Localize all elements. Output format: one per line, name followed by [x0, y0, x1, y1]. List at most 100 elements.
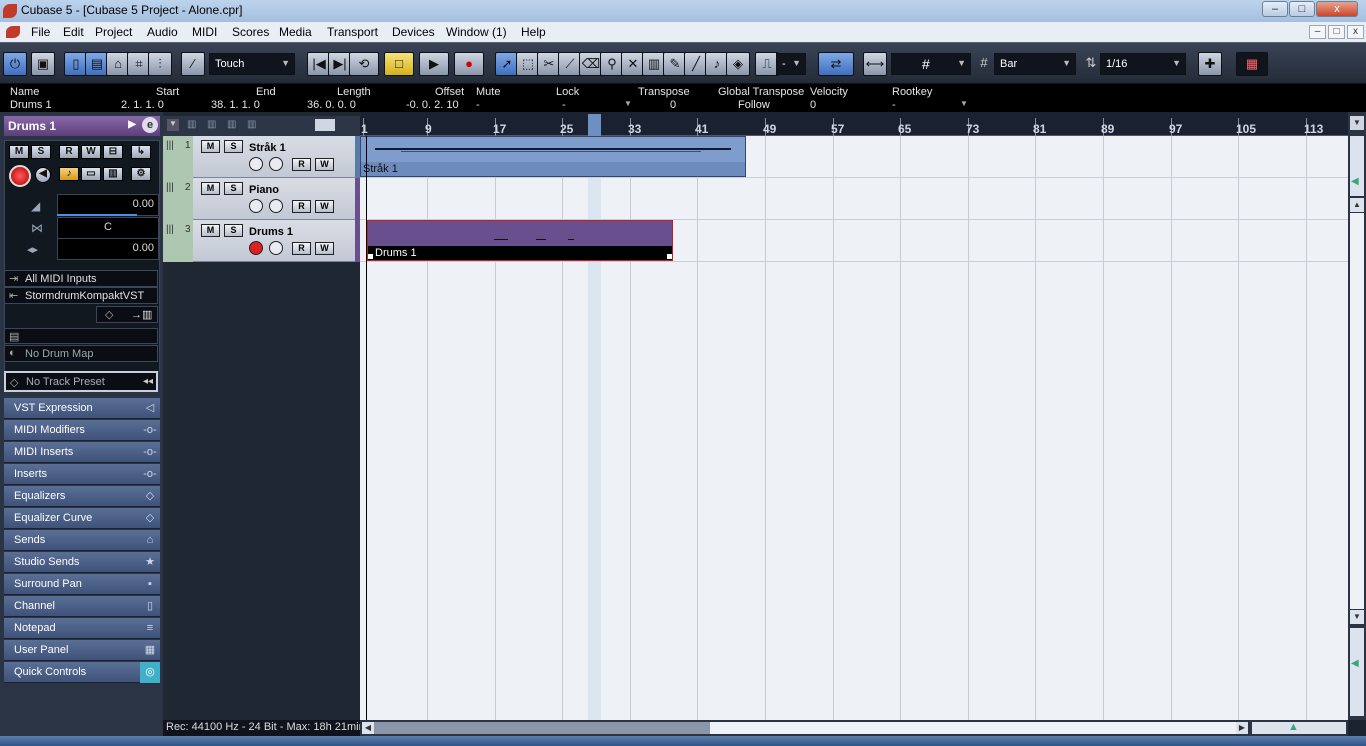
- event-display[interactable]: Stråk 1 Drums 1: [360, 136, 1348, 720]
- track-write-button[interactable]: W: [315, 242, 334, 255]
- global-read-icon[interactable]: ▥: [227, 119, 236, 130]
- scroll-up-icon[interactable]: ▲: [1350, 198, 1364, 212]
- infoline-offset-value[interactable]: -0. 0. 2. 10: [406, 99, 459, 111]
- doc-minimize-button[interactable]: –: [1309, 25, 1326, 39]
- program-selector[interactable]: ◇ →▥: [96, 306, 158, 323]
- scroll-left-icon[interactable]: ◀: [362, 722, 374, 734]
- scroll-track[interactable]: [1350, 213, 1364, 609]
- track-read-button[interactable]: R: [292, 242, 311, 255]
- track-monitor-icon[interactable]: [269, 157, 283, 171]
- activate-project-icon[interactable]: ⏻: [3, 52, 27, 76]
- section-sends[interactable]: Sends ⌂: [4, 530, 160, 551]
- global-write-icon[interactable]: ▥: [247, 119, 256, 130]
- scroll-down-icon[interactable]: ▼: [1350, 610, 1364, 624]
- inspector-lane-icon[interactable]: ▭: [81, 167, 101, 181]
- section-notepad[interactable]: Notepad ≡: [4, 618, 160, 639]
- track-record-icon[interactable]: [249, 241, 263, 255]
- section-midi-inserts[interactable]: MIDI Inserts -o-: [4, 442, 160, 463]
- section-surround-pan[interactable]: Surround Pan ▪: [4, 574, 160, 595]
- edit-instrument-icon[interactable]: e: [142, 117, 158, 133]
- automation-mode-select[interactable]: Touch ▼: [209, 53, 295, 75]
- inspector-write-button[interactable]: W: [81, 145, 101, 159]
- infoline-lock-value[interactable]: -: [562, 99, 566, 111]
- midi-output-select[interactable]: ⇤ StormdrumKompaktVST: [4, 287, 158, 304]
- doc-restore-button[interactable]: □: [1328, 25, 1345, 39]
- menu-help[interactable]: Help: [521, 25, 546, 39]
- instrument-edit-icon[interactable]: →▥: [131, 308, 152, 321]
- scroll-track[interactable]: [710, 722, 1236, 734]
- track-name[interactable]: Piano: [249, 184, 279, 196]
- record-icon[interactable]: ●: [454, 52, 484, 76]
- project-cursor[interactable]: [366, 136, 367, 720]
- menu-file[interactable]: File: [31, 25, 50, 39]
- vertical-zoom-slider[interactable]: ◀: [1350, 628, 1364, 716]
- track-name[interactable]: Stråk 1: [249, 142, 286, 154]
- inspector-lock-icon[interactable]: ♪: [59, 167, 79, 181]
- color-palette-icon[interactable]: ▦: [1236, 52, 1268, 76]
- delay-field[interactable]: 0.00: [57, 238, 159, 260]
- play-icon[interactable]: ▶: [419, 52, 449, 76]
- quantize-select[interactable]: 1/16 ▼: [1100, 53, 1186, 75]
- inspector-keyboard-icon[interactable]: ▥: [103, 167, 123, 181]
- inspector-track-header[interactable]: Drums 1 ▶ e: [4, 116, 160, 136]
- snap-zero-crossing-icon[interactable]: ⟷: [863, 52, 887, 76]
- part-right-handle[interactable]: [667, 254, 672, 259]
- expand-arrow-icon[interactable]: ▶: [128, 119, 136, 130]
- inspector-record-enable-icon[interactable]: [9, 165, 31, 187]
- inspector-freeze-button[interactable]: ↳: [131, 145, 151, 159]
- infoline-mute-value[interactable]: -: [476, 99, 480, 111]
- inspector-solo-button[interactable]: S: [31, 145, 51, 159]
- track-monitor-icon[interactable]: [269, 241, 283, 255]
- inspector-read-button[interactable]: R: [59, 145, 79, 159]
- menu-scores[interactable]: Scores: [232, 25, 269, 39]
- part-left-handle[interactable]: [368, 254, 373, 259]
- track-name[interactable]: Drums 1: [249, 226, 293, 238]
- doc-close-button[interactable]: x: [1347, 25, 1364, 39]
- track-monitor-icon[interactable]: [269, 199, 283, 213]
- track-record-icon[interactable]: [249, 157, 263, 171]
- track-read-button[interactable]: R: [292, 200, 311, 213]
- track-record-icon[interactable]: [249, 199, 263, 213]
- section-quick-controls[interactable]: Quick Controls ◎: [4, 662, 160, 683]
- infoline-length-value[interactable]: 36. 0. 0. 0: [307, 99, 356, 111]
- infoline-global-transpose-value[interactable]: Follow: [738, 99, 770, 111]
- pan-field[interactable]: C: [57, 217, 159, 239]
- section-inserts[interactable]: Inserts -o-: [4, 464, 160, 485]
- close-button[interactable]: x: [1316, 1, 1358, 17]
- track-row[interactable]: ||| 1 M S Stråk 1 R W: [163, 136, 360, 178]
- track-row[interactable]: ||| 2 M S Piano R W: [163, 178, 360, 220]
- horizontal-zoom-slider[interactable]: ▲: [1252, 721, 1346, 734]
- track-colors-icon[interactable]: [315, 119, 335, 131]
- section-studio-sends[interactable]: Studio Sends ★: [4, 552, 160, 573]
- scroll-thumb[interactable]: [374, 722, 710, 734]
- rootkey-dropdown-icon[interactable]: ▼: [960, 99, 968, 108]
- menu-project[interactable]: Project: [95, 25, 132, 39]
- stop-icon[interactable]: □: [384, 52, 414, 76]
- track-list-menu-icon[interactable]: ▼: [167, 119, 179, 131]
- lock-dropdown-icon[interactable]: ▼: [624, 99, 632, 108]
- track-zoom-slider[interactable]: ◀: [1350, 136, 1364, 196]
- minimize-button[interactable]: –: [1262, 1, 1288, 17]
- global-mute-icon[interactable]: ▥: [187, 119, 196, 130]
- constrain-delay-icon[interactable]: ▣: [31, 52, 55, 76]
- infoline-end-value[interactable]: 38. 1. 1. 0: [211, 99, 260, 111]
- track-read-button[interactable]: R: [292, 158, 311, 171]
- volume-field[interactable]: 0.00: [57, 194, 159, 216]
- locator-range[interactable]: [588, 114, 601, 136]
- autoscroll-icon[interactable]: ⇄: [818, 52, 854, 76]
- section-equalizers[interactable]: Equalizers ◇: [4, 486, 160, 507]
- inspector-mute-button[interactable]: M: [9, 145, 29, 159]
- track-solo-button[interactable]: S: [224, 224, 243, 237]
- menu-devices[interactable]: Devices: [392, 25, 435, 39]
- cycle-icon[interactable]: ⟲: [349, 52, 379, 76]
- snap-type-select[interactable]: Bar ▼: [994, 53, 1076, 75]
- inspector-edit-button[interactable]: ⊟: [103, 145, 123, 159]
- infoline-transpose-value[interactable]: 0: [670, 99, 676, 111]
- track-solo-button[interactable]: S: [224, 182, 243, 195]
- ruler-settings-icon[interactable]: ▼: [1350, 116, 1364, 130]
- section-equalizer-curve[interactable]: Equalizer Curve ◇: [4, 508, 160, 529]
- midi-part-strak[interactable]: Stråk 1: [360, 136, 746, 177]
- section-midi-modifiers[interactable]: MIDI Modifiers -o-: [4, 420, 160, 441]
- infoline-start-value[interactable]: 2. 1. 1. 0: [121, 99, 164, 111]
- horizontal-scrollbar[interactable]: ◀ ▶ ▲: [360, 720, 1348, 736]
